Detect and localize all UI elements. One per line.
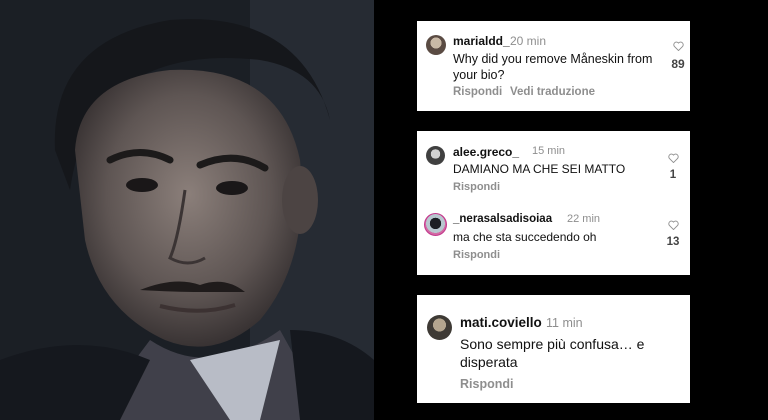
comment-time: 22 min [567, 213, 601, 225]
avatar[interactable] [426, 35, 446, 55]
like-count: 13 [666, 236, 680, 248]
like-button[interactable]: 13 [662, 220, 684, 248]
like-count: 1 [669, 169, 677, 181]
heart-icon [672, 41, 684, 51]
reply-button[interactable]: Rispondi [453, 181, 500, 193]
comment-time: 20 min [510, 34, 547, 48]
reply-button[interactable]: Rispondi [453, 86, 502, 98]
avatar[interactable] [427, 315, 452, 340]
comment-time: 15 min [532, 145, 566, 157]
translate-button[interactable]: Vedi traduzione [510, 86, 595, 98]
comment-time: 11 min [546, 316, 583, 330]
like-button[interactable]: 1 [662, 153, 684, 181]
portrait-photo [0, 0, 374, 420]
avatar[interactable] [426, 146, 445, 165]
comment-username[interactable]: _nerasalsadisoiaa [453, 213, 552, 225]
avatar[interactable] [424, 213, 447, 236]
comment-card-3: mati.coviello 11 min Sono sempre più con… [417, 295, 690, 403]
comment-text: Why did you remove Måneskin from your bi… [453, 52, 653, 82]
portrait-illustration [0, 0, 374, 420]
reply-button[interactable]: Rispondi [453, 249, 500, 261]
comment-text: ma che sta succedendo oh [453, 230, 597, 244]
like-button[interactable]: 89 [667, 41, 689, 71]
comment-username[interactable]: mati.coviello [460, 315, 542, 330]
comment-text: DAMIANO MA CHE SEI MATTO [453, 162, 626, 176]
reply-button[interactable]: Rispondi [460, 377, 513, 391]
comment-card-2: alee.greco_ 15 min DAMIANO MA CHE SEI MA… [417, 131, 690, 275]
heart-icon [667, 153, 679, 163]
heart-icon [667, 220, 679, 230]
comment-username[interactable]: alee.greco_ [453, 145, 519, 159]
comment-text: Sono sempre più confusa… e disperata [460, 336, 645, 370]
comment-username[interactable]: marialdd_ [453, 34, 510, 48]
comment-card-1: marialdd_ 20 min Why did you remove Måne… [417, 21, 690, 111]
like-count: 89 [671, 57, 685, 71]
